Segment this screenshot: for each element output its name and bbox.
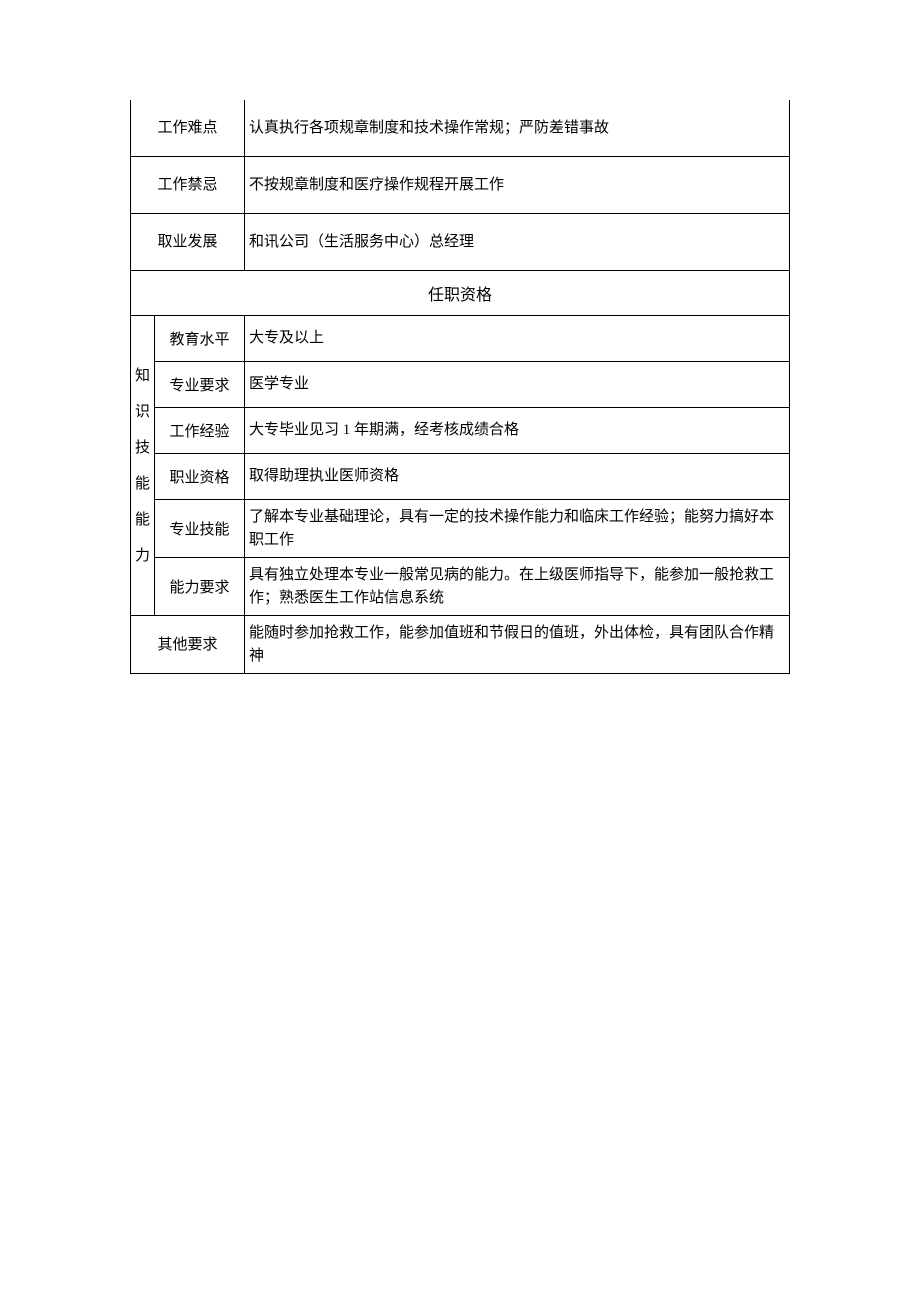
sub-content-cert: 取得助理执业医师资格: [245, 454, 790, 500]
row-label-other-req: 其他要求: [131, 616, 245, 674]
row-content-other-req: 能随时参加抢救工作，能参加值班和节假日的值班，外出体检，具有团队合作精神: [245, 616, 790, 674]
sub-content-major: 医学专业: [245, 362, 790, 408]
sub-label-major: 专业要求: [155, 362, 245, 408]
row-content-career-dev: 和讯公司（生活服务中心）总经理: [245, 214, 790, 271]
job-spec-table: 工作难点 认真执行各项规章制度和技术操作常规；严防差错事故 工作禁忌 不按规章制…: [130, 100, 790, 674]
row-label-career-dev: 取业发展: [131, 214, 245, 271]
sub-label-experience: 工作经验: [155, 408, 245, 454]
row-content-work-taboo: 不按规章制度和医疗操作规程开展工作: [245, 157, 790, 214]
row-label-work-difficulty: 工作难点: [131, 100, 245, 157]
sub-content-ability: 具有独立处理本专业一般常见病的能力。在上级医师指导下，能参加一般抢救工作；熟悉医…: [245, 558, 790, 616]
sub-label-education: 教育水平: [155, 316, 245, 362]
sub-label-pro-skill: 专业技能: [155, 500, 245, 558]
sub-content-pro-skill: 了解本专业基础理论，具有一定的技术操作能力和临床工作经验；能努力搞好本职工作: [245, 500, 790, 558]
row-content-work-difficulty: 认真执行各项规章制度和技术操作常规；严防差错事故: [245, 100, 790, 157]
sub-label-ability: 能力要求: [155, 558, 245, 616]
sub-content-education: 大专及以上: [245, 316, 790, 362]
sub-content-experience: 大专毕业见习 1 年期满，经考核成绩合格: [245, 408, 790, 454]
row-label-knowledge: 知识技能能力: [131, 316, 155, 616]
section-header-qualification: 任职资格: [131, 271, 790, 316]
row-label-work-taboo: 工作禁忌: [131, 157, 245, 214]
sub-label-cert: 职业资格: [155, 454, 245, 500]
